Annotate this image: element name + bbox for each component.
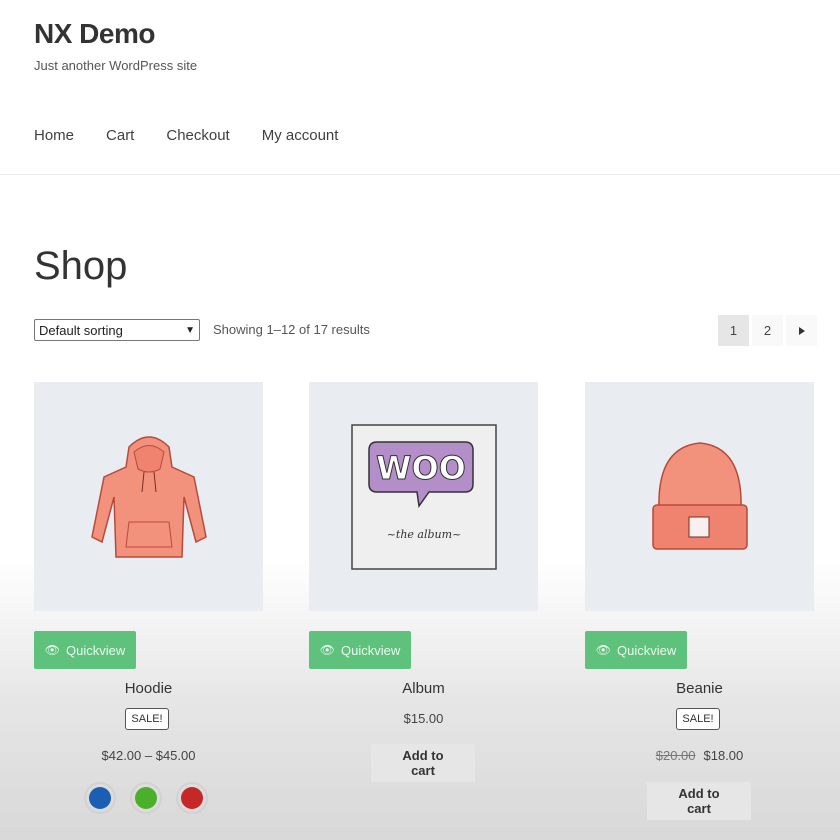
product-price: $20.00 $18.00 (585, 748, 814, 763)
page-2[interactable]: 2 (752, 315, 783, 346)
nav-checkout[interactable]: Checkout (166, 127, 229, 144)
result-count: Showing 1–12 of 17 results (213, 322, 370, 337)
quickview-button[interactable]: 👁 Quickview (34, 631, 136, 669)
nav-cart[interactable]: Cart (106, 127, 134, 144)
eye-icon: 👁 (44, 643, 60, 657)
header-divider (0, 174, 840, 175)
product-hoodie: 👁 Quickview Hoodie SALE! $42.00 – $45.00 (34, 382, 263, 814)
pagination: 1 2 (718, 315, 820, 346)
product-image-album[interactable]: WOO ~the album~ (309, 382, 538, 611)
product-beanie: 👁 Quickview Beanie SALE! $20.00 $18.00 Ad… (585, 382, 814, 820)
site-title[interactable]: NX Demo (34, 18, 155, 50)
sale-badge: SALE! (125, 708, 169, 730)
product-name[interactable]: Hoodie (34, 680, 263, 697)
nav-my-account[interactable]: My account (262, 127, 339, 144)
quickview-label: Quickview (616, 642, 677, 658)
sale-price: $18.00 (703, 748, 744, 763)
product-image-hoodie[interactable] (34, 382, 263, 611)
album-image: WOO ~the album~ (350, 423, 497, 570)
product-price: $15.00 (403, 711, 444, 726)
sorting-selected: Default sorting (39, 322, 123, 338)
product-album: WOO ~the album~ 👁 Quickview Album $15.00… (309, 382, 538, 782)
product-name[interactable]: Album (309, 680, 538, 697)
triangle-right-icon (798, 326, 805, 335)
page-1: 1 (718, 315, 749, 346)
product-price: $42.00 – $45.00 (101, 748, 196, 763)
site-tagline: Just another WordPress site (34, 58, 198, 73)
album-logo-text: WOO (376, 449, 466, 487)
eye-icon: 👁 (595, 643, 611, 657)
quickview-button[interactable]: 👁 Quickview (309, 631, 411, 669)
quickview-label: Quickview (65, 642, 126, 658)
add-to-cart-button[interactable]: Add to cart (371, 744, 475, 782)
beanie-image (651, 441, 748, 550)
swatch-green[interactable] (130, 782, 162, 814)
product-image-beanie[interactable] (585, 382, 814, 611)
quickview-label: Quickview (340, 642, 401, 658)
album-caption-text: ~the album~ (386, 528, 461, 541)
swatch-red[interactable] (176, 782, 208, 814)
add-to-cart-button[interactable]: Add to cart (647, 782, 751, 820)
swatch-blue[interactable] (84, 782, 116, 814)
color-swatches (84, 782, 222, 814)
next-page-button[interactable] (786, 315, 817, 346)
quickview-button[interactable]: 👁 Quickview (585, 631, 687, 669)
product-name[interactable]: Beanie (585, 680, 814, 697)
chevron-down-icon: ▼ (185, 324, 195, 336)
nav-home[interactable]: Home (34, 127, 74, 144)
sorting-select[interactable]: Default sorting ▼ (34, 319, 200, 341)
old-price: $20.00 (655, 748, 696, 763)
hoodie-image (90, 435, 207, 558)
main-nav: Home Cart Checkout My account (34, 127, 370, 144)
eye-icon: 👁 (319, 643, 335, 657)
sale-badge: SALE! (676, 708, 720, 730)
page-title: Shop (34, 244, 128, 288)
